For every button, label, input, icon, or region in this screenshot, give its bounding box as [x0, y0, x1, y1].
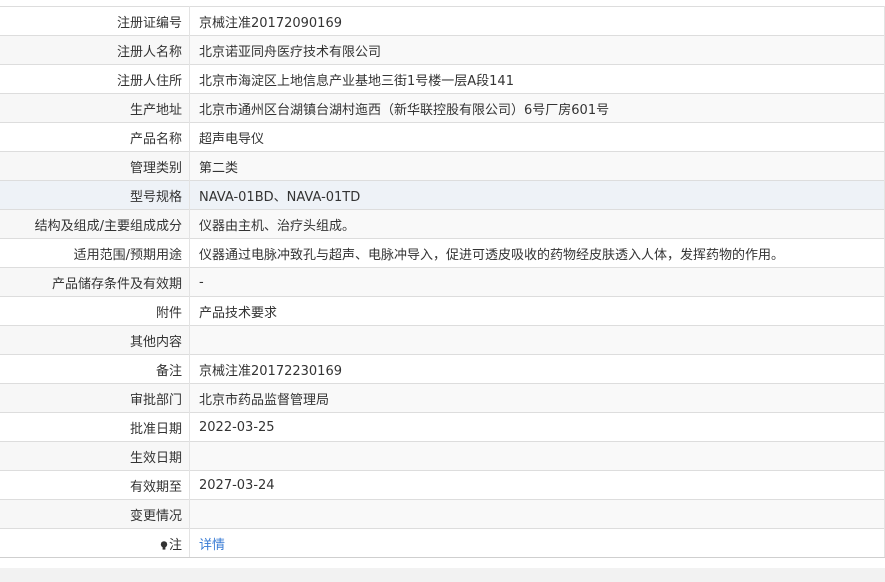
- row-approval-date: 批准日期 2022-03-25: [0, 412, 885, 442]
- field-value: 超声电导仪: [189, 122, 885, 152]
- row-other-content: 其他内容: [0, 325, 885, 355]
- field-value: 北京市通州区台湖镇台湖村迤西（新华联控股有限公司）6号厂房601号: [189, 93, 885, 123]
- field-label: 产品储存条件及有效期: [0, 267, 190, 297]
- registration-detail-table: 注册证编号 京械注准20172090169 注册人名称 北京诺亚同舟医疗技术有限…: [0, 6, 885, 558]
- field-label: 批准日期: [0, 412, 190, 442]
- row-attachment: 附件 产品技术要求: [0, 296, 885, 326]
- field-label: 注册证编号: [0, 6, 190, 36]
- field-value: NAVA-01BD、NAVA-01TD: [189, 180, 885, 210]
- field-label: 型号规格: [0, 180, 190, 210]
- field-label: 结构及组成/主要组成成分: [0, 209, 190, 239]
- row-approval-department: 审批部门 北京市药品监督管理局: [0, 383, 885, 413]
- field-value: 北京市药品监督管理局: [189, 383, 885, 413]
- field-value: [189, 499, 885, 529]
- field-label: 注册人住所: [0, 64, 190, 94]
- note-label-cell: 注: [0, 528, 190, 558]
- row-registrant-name: 注册人名称 北京诺亚同舟医疗技术有限公司: [0, 35, 885, 65]
- field-value: 京械注准20172230169: [189, 354, 885, 384]
- row-effective-date: 生效日期: [0, 441, 885, 471]
- field-value: 仪器通过电脉冲致孔与超声、电脉冲导入，促进可透皮吸收的药物经皮肤透入人体，发挥药…: [189, 238, 885, 268]
- field-label: 备注: [0, 354, 190, 384]
- field-value: 2022-03-25: [189, 412, 885, 442]
- row-expiry-date: 有效期至 2027-03-24: [0, 470, 885, 500]
- bulb-icon: [160, 540, 168, 550]
- field-value: 京械注准20172090169: [189, 6, 885, 36]
- row-storage-conditions: 产品储存条件及有效期 -: [0, 267, 885, 297]
- row-product-name: 产品名称 超声电导仪: [0, 122, 885, 152]
- row-change-status: 变更情况: [0, 499, 885, 529]
- field-label: 注册人名称: [0, 35, 190, 65]
- row-production-address: 生产地址 北京市通州区台湖镇台湖村迤西（新华联控股有限公司）6号厂房601号: [0, 93, 885, 123]
- field-label: 管理类别: [0, 151, 190, 181]
- field-value: [189, 325, 885, 355]
- row-registrant-address: 注册人住所 北京市海淀区上地信息产业基地三街1号楼一层A段141: [0, 64, 885, 94]
- field-value: -: [189, 267, 885, 297]
- field-label: 审批部门: [0, 383, 190, 413]
- field-value: 北京诺亚同舟医疗技术有限公司: [189, 35, 885, 65]
- row-structure-composition: 结构及组成/主要组成成分 仪器由主机、治疗头组成。: [0, 209, 885, 239]
- row-remarks: 备注 京械注准20172230169: [0, 354, 885, 384]
- field-label: 有效期至: [0, 470, 190, 500]
- field-label: 附件: [0, 296, 190, 326]
- field-value: [189, 441, 885, 471]
- field-value: 第二类: [189, 151, 885, 181]
- field-value: 北京市海淀区上地信息产业基地三街1号楼一层A段141: [189, 64, 885, 94]
- field-value: 产品技术要求: [189, 296, 885, 326]
- field-value: 仪器由主机、治疗头组成。: [189, 209, 885, 239]
- field-label: 变更情况: [0, 499, 190, 529]
- field-label: 其他内容: [0, 325, 190, 355]
- row-model-spec: 型号规格 NAVA-01BD、NAVA-01TD: [0, 180, 885, 210]
- field-value: 2027-03-24: [189, 470, 885, 500]
- note-label: 注: [168, 537, 182, 553]
- row-note: 注 详情: [0, 528, 885, 558]
- bottom-scroll-region: [0, 568, 885, 582]
- field-label: 适用范围/预期用途: [0, 238, 190, 268]
- row-registration-number: 注册证编号 京械注准20172090169: [0, 6, 885, 36]
- field-label: 生产地址: [0, 93, 190, 123]
- row-intended-use: 适用范围/预期用途 仪器通过电脉冲致孔与超声、电脉冲导入，促进可透皮吸收的药物经…: [0, 238, 885, 268]
- field-label: 产品名称: [0, 122, 190, 152]
- row-management-category: 管理类别 第二类: [0, 151, 885, 181]
- details-link[interactable]: 详情: [199, 538, 225, 553]
- note-value-cell: 详情: [189, 528, 885, 558]
- field-label: 生效日期: [0, 441, 190, 471]
